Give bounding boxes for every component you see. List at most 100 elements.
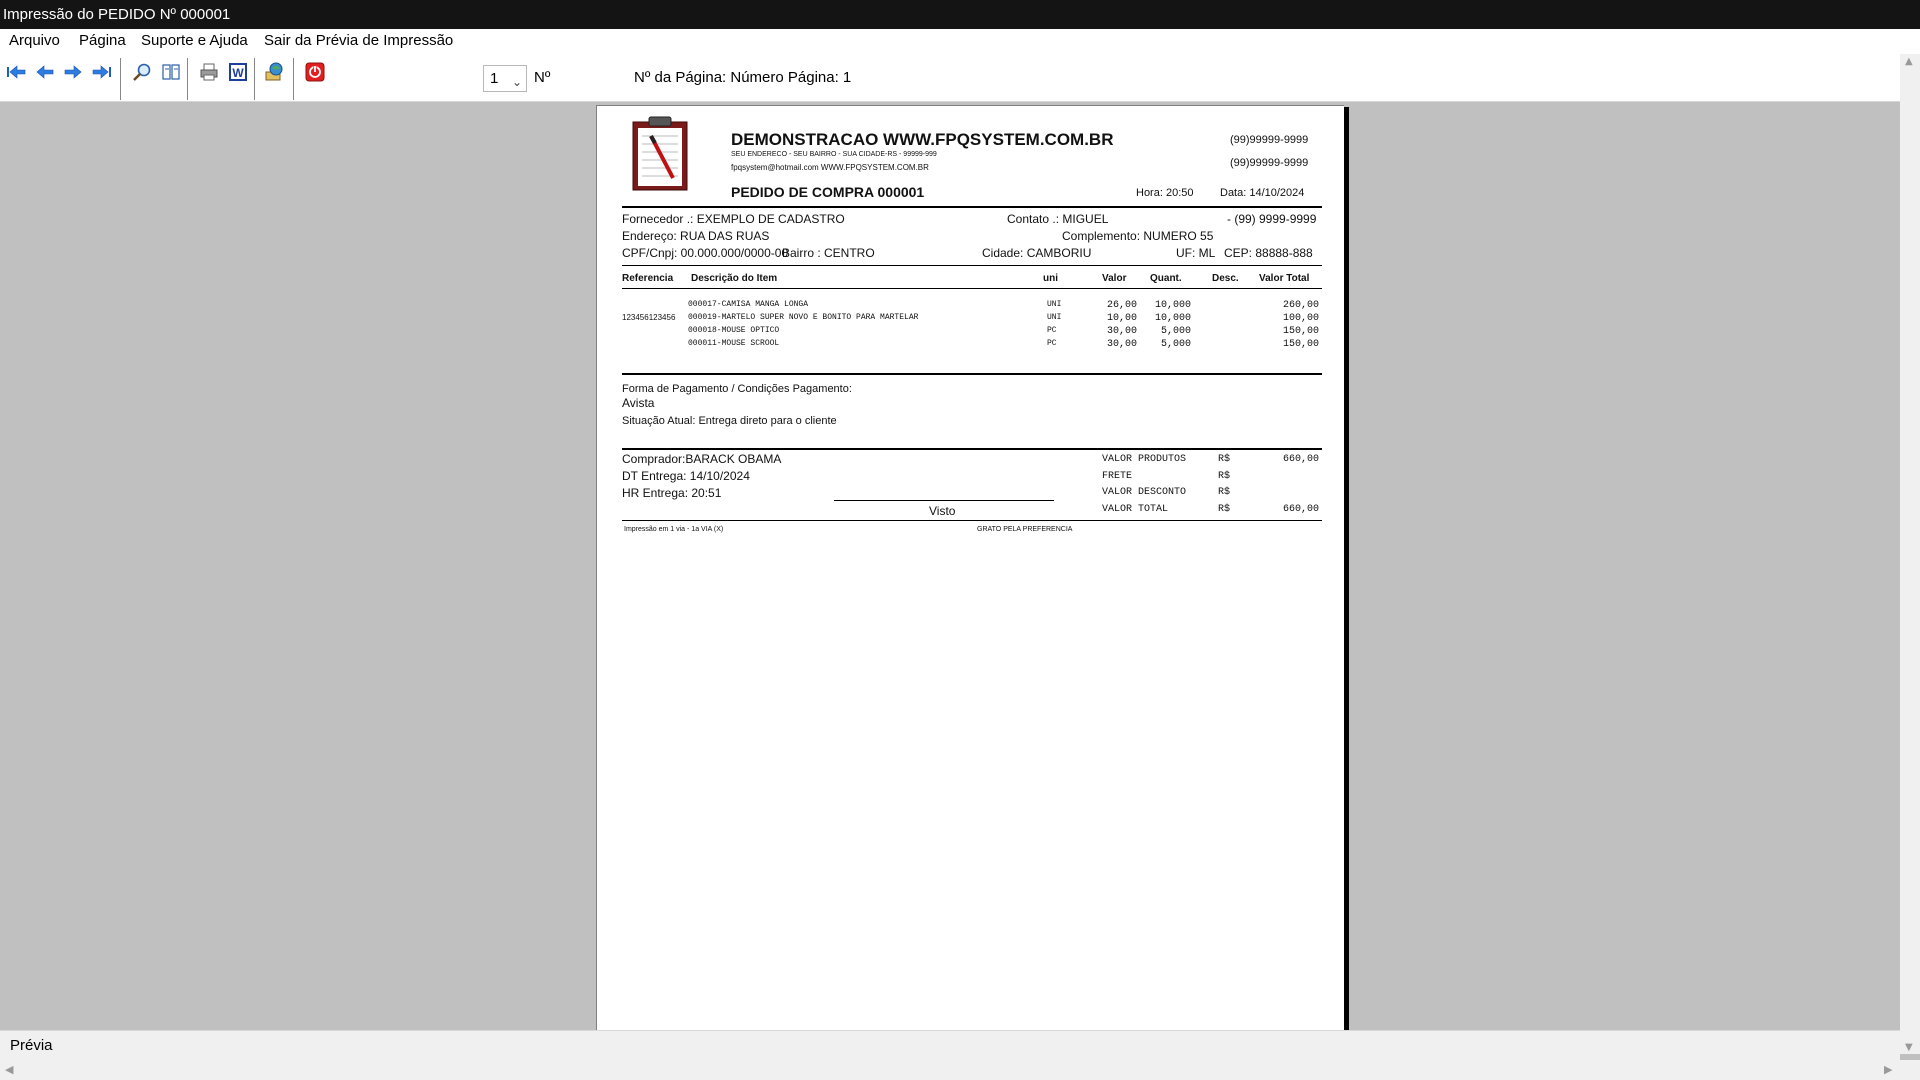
- item-valor: 30,00: [1106, 326, 1137, 337]
- divider: [622, 288, 1322, 289]
- signature-label: Visto: [929, 504, 956, 518]
- menu-pagina[interactable]: Página: [79, 32, 126, 49]
- status-bar: Prévia: [0, 1030, 1900, 1060]
- toolbar-separator: [254, 58, 255, 100]
- chevron-down-icon: ⌄: [511, 75, 522, 89]
- scroll-down-icon[interactable]: ▼: [1905, 1042, 1913, 1053]
- total-products-value: 660,00: [1282, 454, 1319, 465]
- item-valor: 26,00: [1106, 300, 1137, 311]
- item-desc: 000018-MOUSE OPTICO: [688, 326, 780, 335]
- total-label: VALOR TOTAL: [1102, 504, 1169, 515]
- last-page-icon[interactable]: [90, 60, 114, 84]
- item-total: 260,00: [1282, 300, 1319, 311]
- print-copies: Impressão em 1 via - 1a VIA (X): [624, 526, 724, 533]
- scroll-right-icon[interactable]: ▶: [1884, 1063, 1892, 1076]
- shipping-label: FRETE: [1102, 471, 1133, 482]
- word-export-icon[interactable]: W: [226, 60, 250, 84]
- thanks-message: GRATO PELA PREFERENCIA: [977, 526, 1073, 533]
- item-quant: 5,000: [1160, 326, 1191, 337]
- company-contact: fpqsystem@hotmail.com WWW.FPQSYSTEM.COM.…: [731, 163, 929, 172]
- supplier-address: Endereço: RUA DAS RUAS: [622, 229, 770, 243]
- item-quant: 10,000: [1154, 300, 1191, 311]
- currency-symbol: R$: [1218, 454, 1231, 465]
- col-header-total: Valor Total: [1259, 273, 1310, 284]
- company-name: DEMONSTRACAO WWW.FPQSYSTEM.COM.BR: [731, 130, 1114, 149]
- company-phone-1: (99)99999-9999: [1230, 134, 1309, 146]
- currency-symbol: R$: [1218, 471, 1231, 482]
- prev-page-icon[interactable]: [33, 60, 57, 84]
- toolbar-separator: [187, 58, 188, 100]
- item-uni: PC: [1047, 339, 1057, 348]
- item-total: 150,00: [1282, 326, 1319, 337]
- item-ref: 123456123456: [622, 313, 676, 322]
- order-date: Data: 14/10/2024: [1220, 187, 1305, 199]
- item-desc: 000011-MOUSE SCROOL: [688, 339, 780, 348]
- buyer-name: Comprador:BARACK OBAMA: [622, 452, 782, 466]
- currency-symbol: R$: [1218, 504, 1231, 515]
- next-page-icon[interactable]: [61, 60, 85, 84]
- horizontal-scrollbar[interactable]: ◀ ▶: [0, 1060, 1920, 1080]
- total-discount-label: VALOR DESCONTO: [1102, 487, 1187, 498]
- divider: [622, 448, 1322, 450]
- page-number-label: Nº: [534, 69, 551, 86]
- supplier-phone: - (99) 9999-9999: [1227, 212, 1317, 226]
- supplier-contact: Contato .: MIGUEL: [1007, 212, 1109, 226]
- supplier-name: Fornecedor .: EXEMPLO DE CADASTRO: [622, 212, 845, 226]
- vertical-scrollbar[interactable]: ▲ ▼: [1900, 54, 1920, 1054]
- company-phone-2: (99)99999-9999: [1230, 157, 1309, 169]
- col-header-quant: Quant.: [1150, 273, 1182, 284]
- col-header-valor: Valor: [1102, 273, 1127, 284]
- supplier-cpf: CPF/Cnpj: 00.000.000/0000-00: [622, 246, 789, 260]
- total-value: 660,00: [1282, 504, 1319, 515]
- supplier-complement: Complemento: NUMERO 55: [1062, 229, 1214, 243]
- item-desc: 000019-MARTELO SUPER NOVO E BONITO PARA …: [688, 313, 919, 322]
- delivery-date: DT Entrega: 14/10/2024: [622, 469, 750, 483]
- currency-symbol: R$: [1218, 487, 1231, 498]
- company-address: SEU ENDERECO - SEU BAIRRO - SUA CIDADE-R…: [731, 151, 937, 158]
- menu-sair-previa[interactable]: Sair da Prévia de Impressão: [264, 32, 453, 49]
- item-valor: 30,00: [1106, 339, 1137, 350]
- payment-label: Forma de Pagamento / Condições Pagamento…: [622, 383, 852, 395]
- supplier-neighborhood: Bairro : CENTRO: [782, 246, 875, 260]
- email-export-icon[interactable]: [263, 60, 287, 84]
- item-quant: 5,000: [1160, 339, 1191, 350]
- item-uni: PC: [1047, 326, 1057, 335]
- item-quant: 10,000: [1154, 313, 1191, 324]
- supplier-state: UF: ML: [1176, 246, 1216, 260]
- zoom-icon[interactable]: [130, 60, 154, 84]
- col-header-desc: Descrição do Item: [691, 273, 778, 284]
- item-valor: 10,00: [1106, 313, 1137, 324]
- scroll-left-icon[interactable]: ◀: [5, 1063, 13, 1076]
- delivery-time: HR Entrega: 20:51: [622, 486, 722, 500]
- payment-value: Avista: [622, 396, 655, 410]
- toolbar-separator: [293, 58, 294, 100]
- menu-bar: Arquivo Página Suporte e Ajuda Sair da P…: [0, 29, 1920, 54]
- item-desc: 000017-CAMISA MANGA LONGA: [688, 300, 809, 309]
- page-info-label: Nº da Página: Número Página: 1: [634, 69, 852, 86]
- toolbar: W 1 ⌄ Nº Nº da Página: Número Página: 1: [0, 54, 1900, 102]
- scroll-up-icon[interactable]: ▲: [1905, 56, 1913, 67]
- total-products-label: VALOR PRODUTOS: [1102, 454, 1187, 465]
- status-text: Prévia: [10, 1037, 53, 1054]
- col-header-ref: Referencia: [622, 273, 674, 284]
- item-total: 150,00: [1282, 339, 1319, 350]
- divider: [622, 206, 1322, 208]
- two-pages-icon[interactable]: [159, 60, 183, 84]
- printer-icon[interactable]: [197, 60, 221, 84]
- item-total: 100,00: [1282, 313, 1319, 324]
- col-header-discount: Desc.: [1212, 273, 1239, 284]
- divider: [622, 373, 1322, 375]
- window-title: Impressão do PEDIDO Nº 000001: [0, 0, 1920, 29]
- clipboard-logo-icon: [632, 116, 688, 191]
- preview-area: DEMONSTRACAO WWW.FPQSYSTEM.COM.BR SEU EN…: [0, 102, 1900, 1030]
- supplier-city: Cidade: CAMBORIU: [982, 246, 1092, 260]
- item-uni: UNI: [1047, 313, 1062, 322]
- report-page: DEMONSTRACAO WWW.FPQSYSTEM.COM.BR SEU EN…: [596, 105, 1344, 1030]
- page-select[interactable]: 1 ⌄: [483, 65, 527, 92]
- divider: [622, 520, 1322, 521]
- power-exit-icon[interactable]: [303, 60, 327, 84]
- menu-suporte[interactable]: Suporte e Ajuda: [141, 32, 248, 49]
- first-page-icon[interactable]: [4, 60, 28, 84]
- order-time: Hora: 20:50: [1136, 187, 1194, 199]
- menu-arquivo[interactable]: Arquivo: [9, 32, 60, 49]
